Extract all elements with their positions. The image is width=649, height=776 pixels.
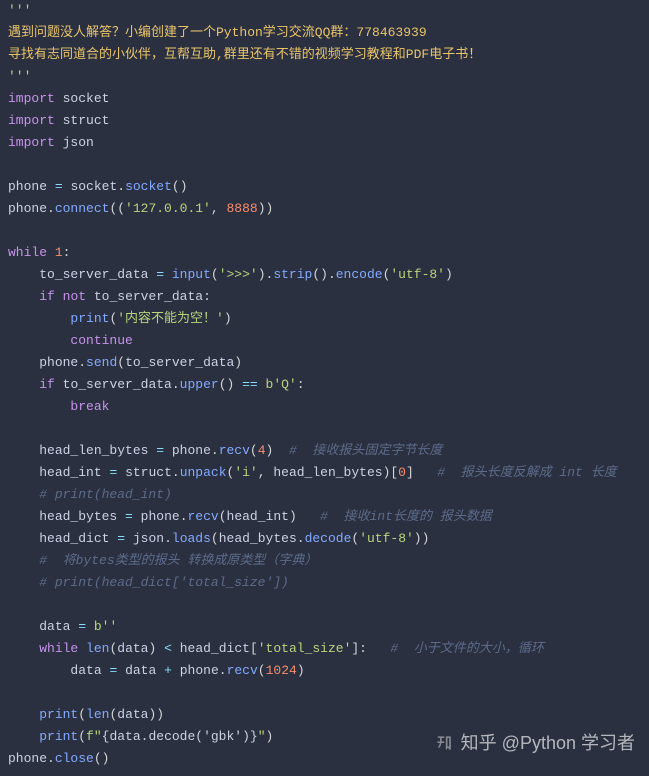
docstring-line-1: 遇到问题没人解答？小编创建了一个Python学习交流QQ群：778463939 xyxy=(8,25,427,40)
docstring-line-2: 寻找有志同道合的小伙伴，互帮互助,群里还有不错的视频学习教程和PDF电子书！ xyxy=(8,47,481,62)
docstring-close: ''' xyxy=(8,69,31,84)
code-block: ''' 遇到问题没人解答？小编创建了一个Python学习交流QQ群：778463… xyxy=(0,0,649,770)
docstring-open: ''' xyxy=(8,3,31,18)
